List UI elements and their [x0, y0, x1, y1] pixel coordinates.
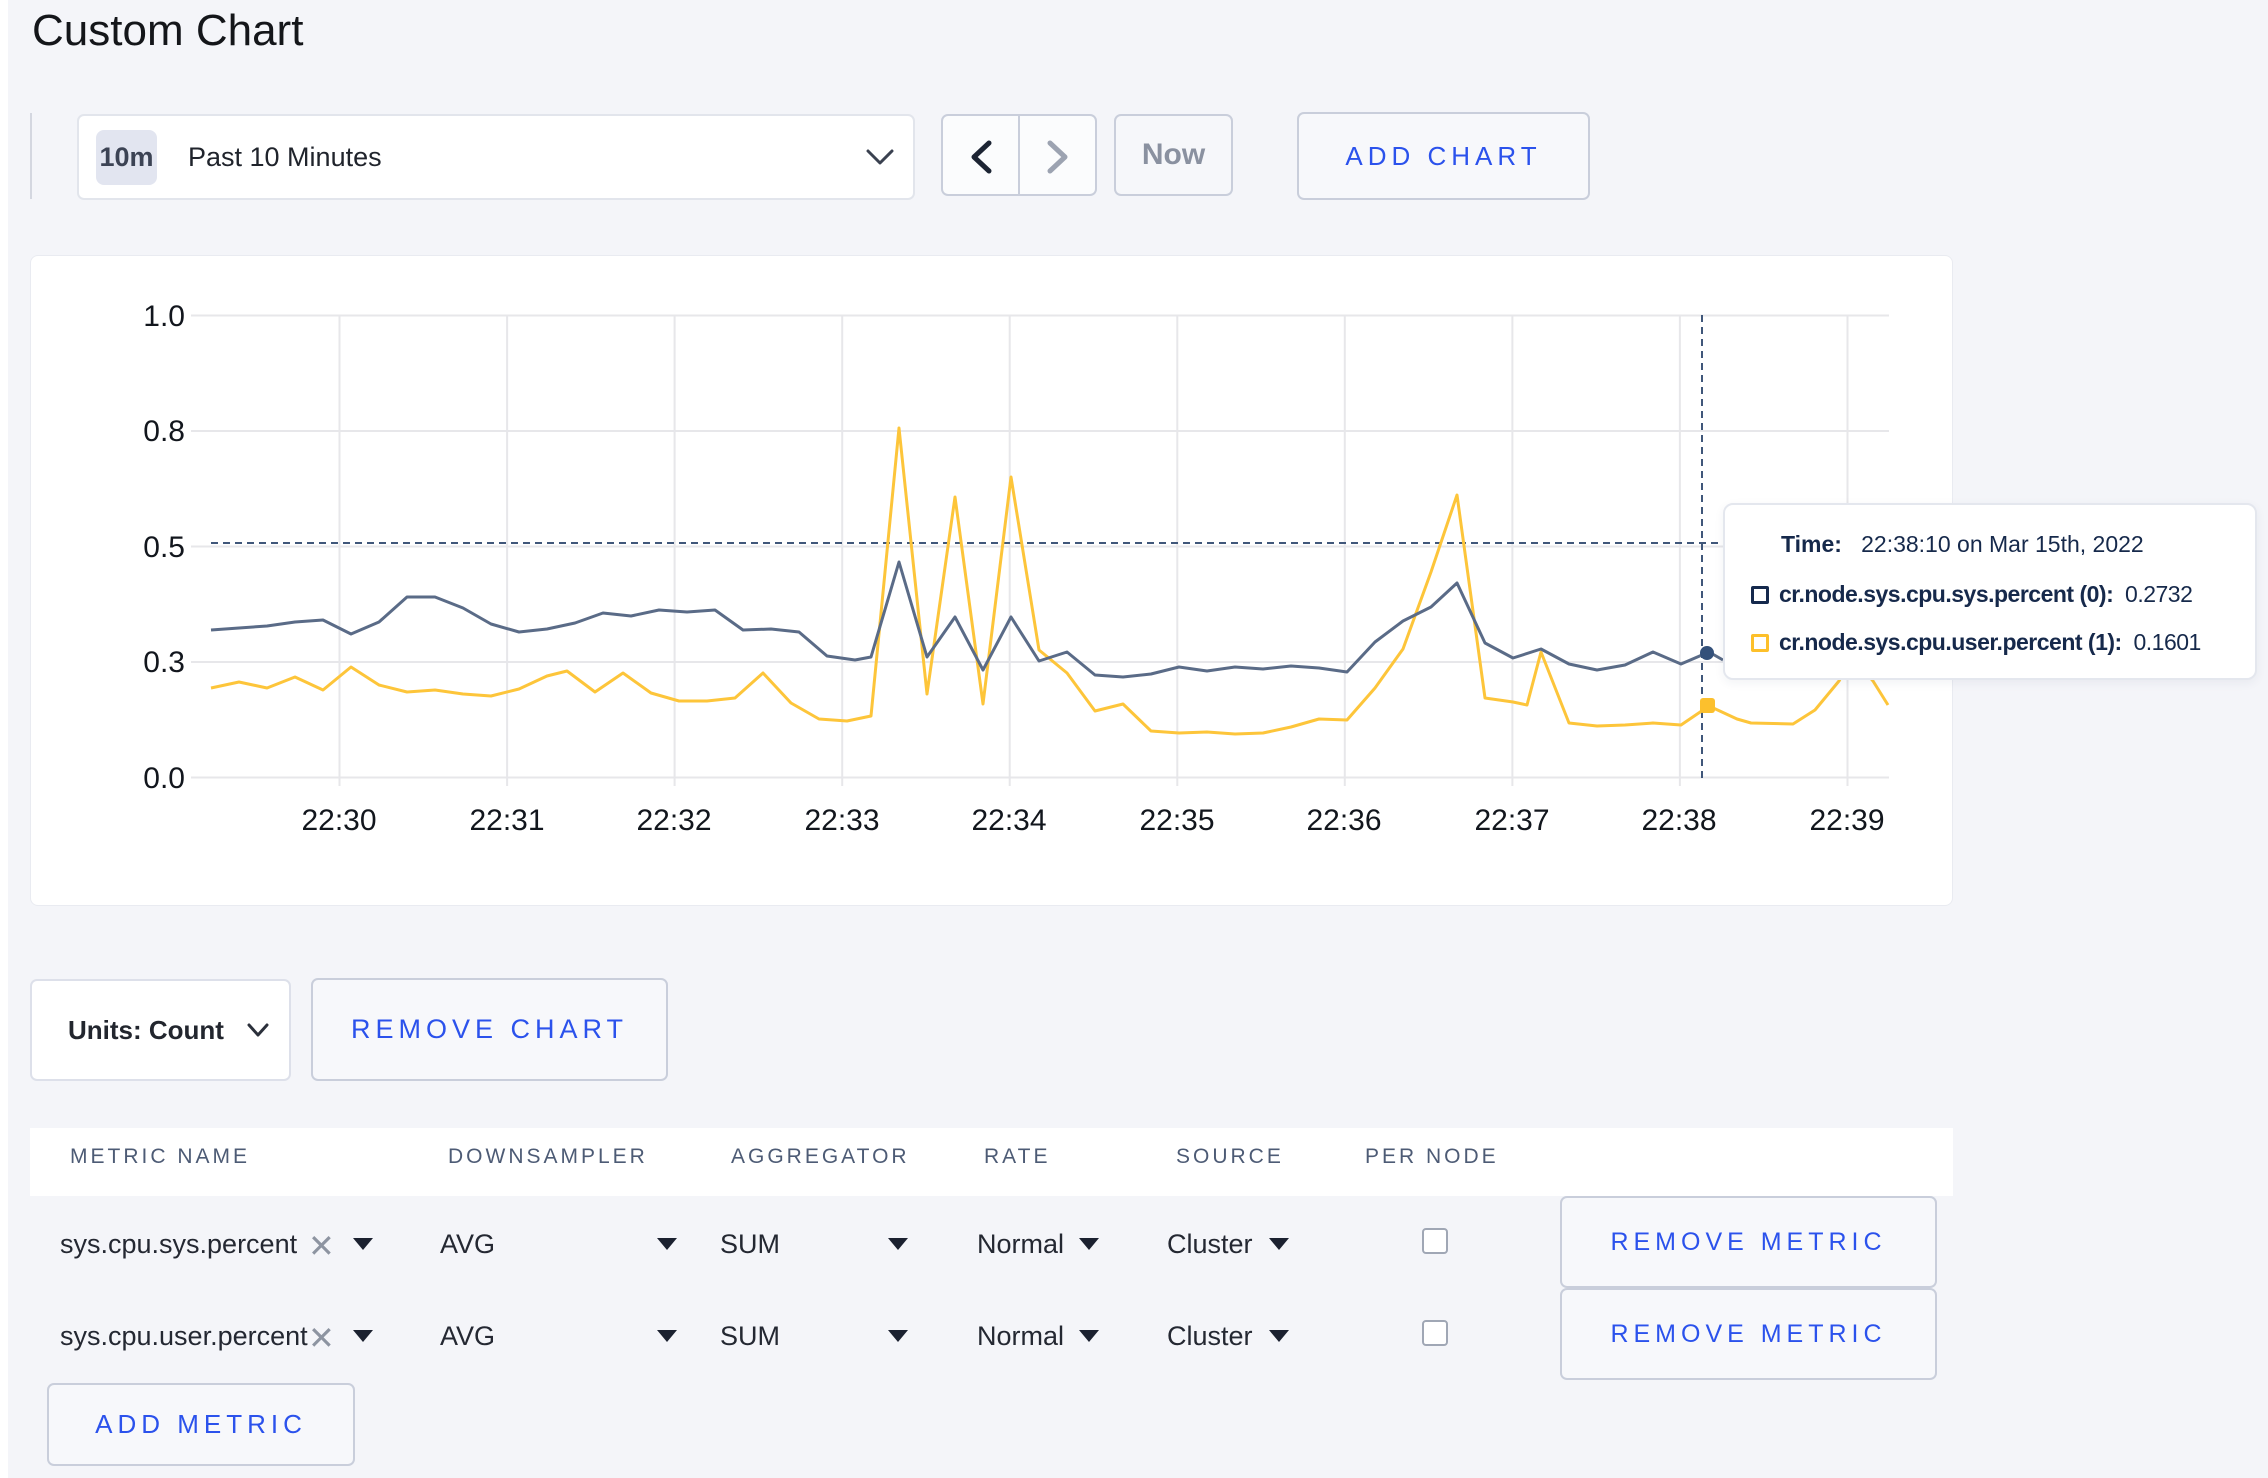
svg-text:22:30: 22:30 [301, 804, 376, 837]
svg-text:0.3: 0.3 [143, 646, 185, 679]
svg-text:22:39: 22:39 [1809, 804, 1884, 837]
svg-text:22:33: 22:33 [804, 804, 879, 837]
svg-text:0.0: 0.0 [143, 762, 185, 795]
svg-text:0.5: 0.5 [143, 531, 185, 564]
svg-text:0.8: 0.8 [143, 415, 185, 448]
svg-text:22:32: 22:32 [636, 804, 711, 837]
svg-text:22:37: 22:37 [1474, 804, 1549, 837]
svg-text:22:35: 22:35 [1139, 804, 1214, 837]
svg-text:22:34: 22:34 [971, 804, 1046, 837]
svg-text:22:36: 22:36 [1306, 804, 1381, 837]
svg-text:22:38: 22:38 [1641, 804, 1716, 837]
svg-text:1.0: 1.0 [143, 300, 185, 333]
svg-text:22:31: 22:31 [469, 804, 544, 837]
